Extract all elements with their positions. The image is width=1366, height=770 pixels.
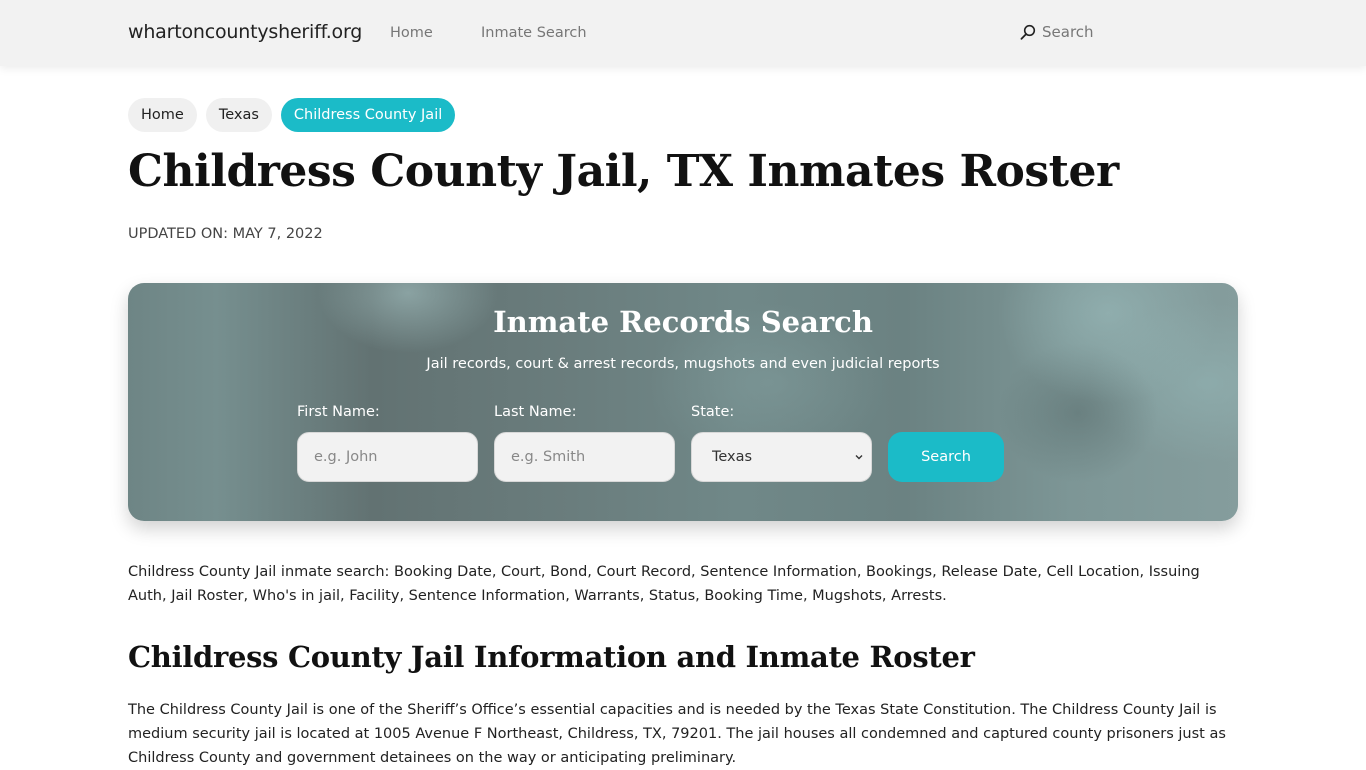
- search-button[interactable]: Search: [888, 432, 1004, 482]
- breadcrumb-home[interactable]: Home: [128, 98, 197, 132]
- breadcrumb-current[interactable]: Childress County Jail: [280, 98, 456, 132]
- jail-info-paragraph: The Childress County Jail is one of the …: [128, 702, 1226, 766]
- last-name-label: Last Name:: [494, 404, 577, 420]
- section-heading: Childress County Jail Information and In…: [128, 640, 975, 674]
- state-select[interactable]: Texas: [691, 432, 872, 482]
- updated-date: UPDATED ON: MAY 7, 2022: [128, 226, 323, 242]
- top-navbar: whartoncountysheriff.org Home Inmate Sea…: [0, 0, 1366, 66]
- site-brand-link[interactable]: whartoncountysheriff.org: [128, 21, 362, 43]
- breadcrumb: Home Texas Childress County Jail: [128, 98, 456, 132]
- search-card-title: Inmate Records Search: [493, 305, 873, 339]
- nav-link-home[interactable]: Home: [390, 25, 433, 41]
- nav-link-inmate-search[interactable]: Inmate Search: [481, 25, 587, 41]
- breadcrumb-texas[interactable]: Texas: [205, 98, 272, 132]
- intro-paragraph: Childress County Jail inmate search: Boo…: [128, 564, 1200, 604]
- nav-search-button[interactable]: Search: [1020, 23, 1094, 41]
- first-name-input[interactable]: [297, 432, 478, 482]
- last-name-input[interactable]: [494, 432, 675, 482]
- first-name-label: First Name:: [297, 404, 380, 420]
- state-label: State:: [691, 404, 735, 420]
- inmate-search-card: Inmate Records Search Jail records, cour…: [128, 283, 1238, 521]
- search-icon: [1020, 24, 1036, 40]
- search-card-subtitle: Jail records, court & arrest records, mu…: [426, 356, 940, 372]
- nav-search-label: Search: [1042, 23, 1094, 41]
- page-title: Childress County Jail, TX Inmates Roster: [128, 146, 1119, 197]
